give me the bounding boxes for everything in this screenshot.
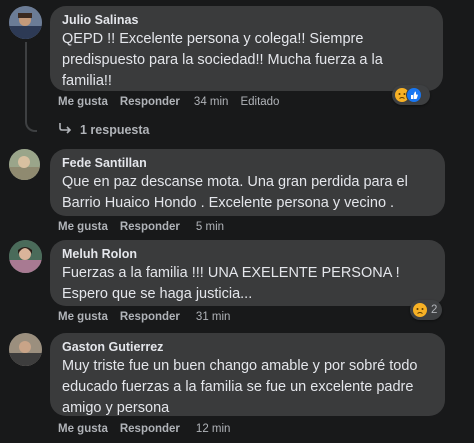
timestamp[interactable]: 12 min [196,423,231,435]
avatar[interactable] [9,149,40,180]
reply-arrow-icon [58,122,72,137]
comment-bubble: Meluh Rolon Fuerzas a la familia !!! UNA… [50,240,445,306]
reaction-count: 2 [431,304,438,316]
reply-button[interactable]: Responder [120,423,180,435]
timestamp[interactable]: 31 min [196,311,231,323]
reply-button[interactable]: Responder [120,311,180,323]
reply-thread-line [25,42,37,132]
reaction-summary[interactable]: 2 [410,300,442,320]
sad-reaction-icon [412,302,428,318]
avatar[interactable] [9,6,42,39]
avatar[interactable] [9,333,42,366]
like-button[interactable]: Me gusta [58,311,108,323]
timestamp[interactable]: 5 min [196,221,224,233]
like-button[interactable]: Me gusta [58,96,108,108]
like-reaction-icon [406,87,422,103]
comment-bubble: Gaston Gutierrez Muy triste fue un buen … [50,333,445,416]
comment-actions: Me gusta Responder 34 min Editado [58,96,279,108]
timestamp[interactable]: 34 min [194,96,229,108]
reply-button[interactable]: Responder [120,221,180,233]
comment-text: Que en paz descanse mota. Una gran perdi… [62,174,408,211]
comment-bubble: Fede Santillan Que en paz descanse mota.… [50,149,445,216]
comment-author[interactable]: Gaston Gutierrez [62,339,433,356]
like-button[interactable]: Me gusta [58,423,108,435]
comment-text: QEPD !! Excelente persona y colega!! Sie… [62,31,383,89]
reaction-summary[interactable] [392,85,430,105]
comment-author[interactable]: Meluh Rolon [62,246,433,263]
comment-text: Muy triste fue un buen chango amable y p… [62,358,418,416]
like-button[interactable]: Me gusta [58,221,108,233]
comment-actions: Me gusta Responder 5 min [58,221,224,233]
edited-label: Editado [240,96,280,108]
replies-count-label[interactable]: 1 respuesta [80,123,149,137]
avatar[interactable] [9,240,42,273]
comment-actions: Me gusta Responder 12 min [58,423,230,435]
comment-author[interactable]: Fede Santillan [62,155,433,172]
reply-button[interactable]: Responder [120,96,180,108]
comment-actions: Me gusta Responder 31 min [58,311,230,323]
comment-text: Fuerzas a la familia !!! UNA EXELENTE PE… [62,265,400,302]
comment-author[interactable]: Julio Salinas [62,12,431,29]
view-replies-link[interactable]: 1 respuesta [58,122,149,137]
comment-bubble: Julio Salinas QEPD !! Excelente persona … [50,6,443,91]
